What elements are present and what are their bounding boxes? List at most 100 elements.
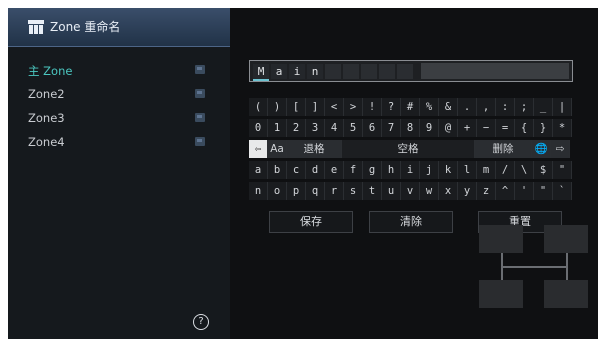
keyboard-key[interactable]: c [287, 161, 306, 179]
help-icon[interactable]: ? [193, 314, 209, 330]
keyboard-key[interactable]: 3 [306, 119, 325, 137]
zone-icon [28, 20, 44, 34]
keyboard-key[interactable]: ; [515, 98, 534, 116]
zone-item-zone4[interactable]: Zone4 [28, 132, 220, 152]
keyboard-key[interactable]: 1 [268, 119, 287, 137]
keyboard-key[interactable]: 0 [249, 119, 268, 137]
keyboard-key[interactable]: 4 [325, 119, 344, 137]
keyboard-key[interactable]: p [287, 182, 306, 200]
zone-item-main[interactable]: 主 Zone [28, 60, 220, 80]
keyboard-key[interactable]: % [420, 98, 439, 116]
keyboard-key[interactable]: { [515, 119, 534, 137]
keyboard-key[interactable]: y [458, 182, 477, 200]
keyboard-key[interactable]: x [439, 182, 458, 200]
zone-diagram-box [479, 225, 523, 253]
keyboard-key[interactable]: [ [287, 98, 306, 116]
keyboard-key[interactable]: # [401, 98, 420, 116]
keyboard-key[interactable]: ? [382, 98, 401, 116]
zone-label: Zone3 [28, 111, 65, 125]
keyboard-key[interactable]: / [496, 161, 515, 179]
keyboard-key[interactable]: 8 [401, 119, 420, 137]
keyboard-key[interactable]: ! [363, 98, 382, 116]
cursor-right-key[interactable]: ⇨ [551, 140, 570, 158]
keyboard-key[interactable]: l [458, 161, 477, 179]
keyboard-key[interactable]: o [268, 182, 287, 200]
keyboard-key[interactable]: 5 [344, 119, 363, 137]
keyboard-key[interactable]: q [306, 182, 325, 200]
name-char: n [307, 64, 323, 79]
keyboard-key[interactable]: v [401, 182, 420, 200]
keyboard-key[interactable]: ' [515, 182, 534, 200]
keyboard-key[interactable]: , [477, 98, 496, 116]
zone-diagram-box [479, 280, 523, 308]
keyboard-key[interactable]: : [496, 98, 515, 116]
keyboard-key[interactable]: 6 [363, 119, 382, 137]
keyboard-key[interactable]: j [420, 161, 439, 179]
keyboard-key[interactable]: & [439, 98, 458, 116]
keyboard-key[interactable]: ( [249, 98, 268, 116]
keyboard-key[interactable]: k [439, 161, 458, 179]
keyboard-key[interactable]: " [553, 161, 572, 179]
folder-icon [195, 65, 205, 74]
empty-char-slot [397, 64, 413, 79]
zone-item-zone3[interactable]: Zone3 [28, 108, 220, 128]
keyboard-key[interactable]: | [553, 98, 572, 116]
keyboard-key[interactable]: h [382, 161, 401, 179]
keyboard-key[interactable]: + [458, 119, 477, 137]
keyboard-key[interactable]: − [477, 119, 496, 137]
keyboard-key[interactable]: s [344, 182, 363, 200]
name-char: a [271, 64, 287, 79]
backspace-key[interactable]: 退格 [287, 140, 342, 158]
keyboard-key[interactable]: g [363, 161, 382, 179]
keyboard-key[interactable]: ) [268, 98, 287, 116]
name-char: M [253, 64, 269, 79]
empty-char-slot [343, 64, 359, 79]
cursor-left-key[interactable]: ⇦ [249, 140, 268, 158]
keyboard-key[interactable]: . [458, 98, 477, 116]
keyboard-key[interactable]: \ [515, 161, 534, 179]
keyboard-key[interactable]: > [344, 98, 363, 116]
keyboard-key[interactable]: d [306, 161, 325, 179]
keyboard-key[interactable]: ^ [496, 182, 515, 200]
keyboard-key[interactable]: 9 [420, 119, 439, 137]
sidebar: Zone 重命名 主 Zone Zone2 Zone3 Zone4 ? [8, 8, 230, 339]
keyboard-key[interactable]: w [420, 182, 439, 200]
globe-icon[interactable]: 🌐 [532, 140, 551, 158]
zone-item-zone2[interactable]: Zone2 [28, 84, 220, 104]
keyboard-key[interactable]: @ [439, 119, 458, 137]
keyboard-key[interactable]: b [268, 161, 287, 179]
space-key[interactable]: 空格 [342, 140, 475, 158]
keyboard-key[interactable]: u [382, 182, 401, 200]
keyboard-key[interactable]: z [477, 182, 496, 200]
keyboard-key[interactable]: " [534, 182, 553, 200]
clear-button[interactable]: 清除 [369, 211, 453, 233]
keyboard-key[interactable]: r [325, 182, 344, 200]
keyboard-key[interactable]: 7 [382, 119, 401, 137]
keyboard-key[interactable]: < [325, 98, 344, 116]
zone-diagram-link [501, 266, 568, 268]
keyboard-key[interactable]: 2 [287, 119, 306, 137]
keyboard-key[interactable]: $ [534, 161, 553, 179]
case-toggle-key[interactable]: Aa [268, 140, 287, 158]
keyboard-key[interactable]: ` [553, 182, 572, 200]
zone-diagram-box [544, 225, 588, 253]
keyboard-key[interactable]: ] [306, 98, 325, 116]
name-input[interactable]: M a i n [249, 60, 573, 82]
keyboard-key[interactable]: n [249, 182, 268, 200]
keyboard-key[interactable]: t [363, 182, 382, 200]
keyboard-key[interactable]: e [325, 161, 344, 179]
keyboard-key[interactable]: i [401, 161, 420, 179]
keyboard-key[interactable]: m [477, 161, 496, 179]
keyboard-key[interactable]: * [553, 119, 572, 137]
keyboard-key[interactable]: = [496, 119, 515, 137]
save-button[interactable]: 保存 [269, 211, 353, 233]
delete-key[interactable]: 删除 [475, 140, 532, 158]
sidebar-title: Zone 重命名 [50, 20, 121, 34]
keyboard-key[interactable]: f [344, 161, 363, 179]
on-screen-keyboard: ()[] < >!? #% &.,:; _ | 0 1 2 3 4 5 6 7 8 9 @ + − ={} * ⇦ Aa… [249, 98, 573, 203]
folder-icon [195, 89, 205, 98]
keyboard-key[interactable]: a [249, 161, 268, 179]
screen: Zone 重命名 主 Zone Zone2 Zone3 Zone4 ? M a … [8, 8, 598, 339]
keyboard-key[interactable]: _ [534, 98, 553, 116]
keyboard-key[interactable]: } [534, 119, 553, 137]
